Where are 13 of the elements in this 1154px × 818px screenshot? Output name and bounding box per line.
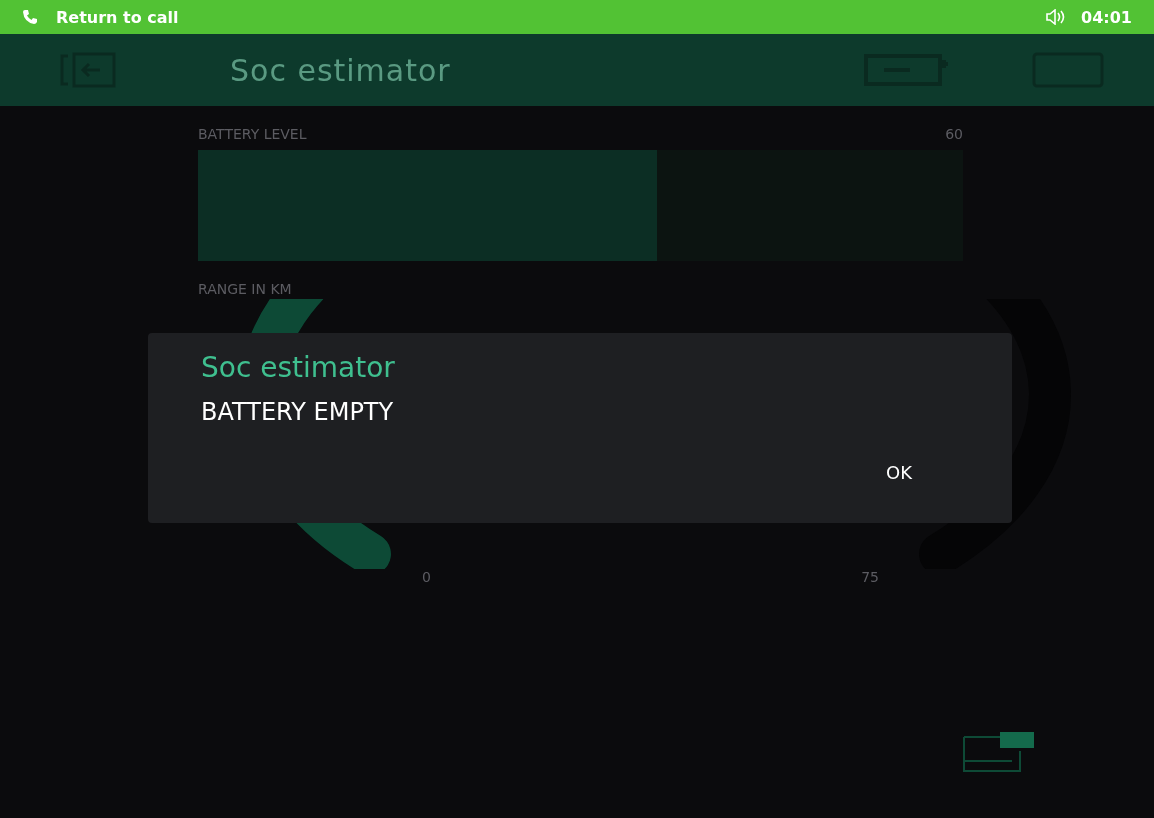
return-to-call-text: Return to call [56,7,179,27]
gauge-max-label: 75 [861,569,879,585]
gauge-min-label: 0 [422,569,431,585]
battery-level-reading: 60 [945,126,963,142]
phone-icon [22,9,38,25]
dialog-title: Soc estimator [201,351,395,384]
dialog-message: BATTERY EMPTY [201,398,394,426]
battery-level-label: BATTERY LEVEL [198,126,307,142]
ok-button[interactable]: OK [876,456,958,489]
range-label: RANGE IN KM [198,281,292,297]
clock-text: 04:01 [1081,7,1132,27]
widget-icon[interactable] [960,731,1036,773]
app-title: Soc estimator [230,52,451,88]
